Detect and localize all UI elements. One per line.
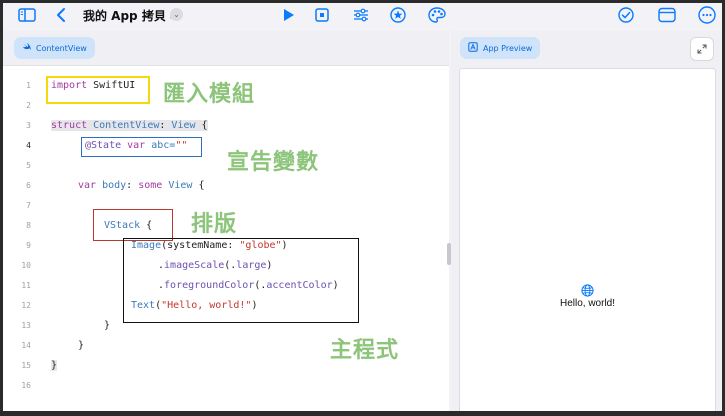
line-number: 4 [26, 140, 31, 150]
project-title[interactable]: 我的 App 拷貝 4 [83, 7, 178, 24]
code-line-16[interactable]: 16 [3, 375, 449, 395]
import-highlight-box [46, 76, 150, 104]
keyword-token: var [78, 179, 97, 191]
more-icon[interactable] [697, 5, 717, 25]
tab-app-preview-label: App Preview [483, 43, 533, 53]
annotation-layout: 排版 [191, 211, 238, 237]
line-number: 11 [21, 280, 31, 290]
code-text: } [104, 319, 111, 331]
code-line-5[interactable]: 5 [3, 155, 449, 175]
line-number: 13 [21, 320, 31, 330]
code-token: { [195, 119, 208, 131]
line-number: 7 [26, 200, 31, 210]
type-token: View [162, 179, 193, 191]
hello-text: Hello, world! [559, 298, 616, 309]
stop-square-icon[interactable] [313, 5, 331, 25]
state-highlight-box [81, 137, 202, 157]
type-token: View [171, 119, 196, 131]
play-icon[interactable] [280, 5, 298, 25]
keyword-token: struct [51, 119, 88, 131]
code-text: struct ContentView: View { [51, 119, 208, 131]
code-token: : [126, 179, 139, 191]
keyword-token: some [138, 179, 163, 191]
star-icon[interactable] [389, 5, 407, 25]
line-number: 6 [26, 180, 31, 190]
app-preview-icon [468, 41, 478, 55]
code-token: body [96, 179, 127, 191]
checkmark-circle-icon[interactable] [617, 5, 635, 25]
tab-contentview-label: ContentView [36, 43, 87, 53]
line-number: 16 [21, 380, 31, 390]
code-editor[interactable]: ContentView 1 import SwiftUI 2 3 struct … [3, 31, 449, 411]
expand-icon[interactable] [690, 37, 714, 61]
sliders-icon[interactable] [352, 5, 370, 25]
window-icon[interactable] [657, 5, 677, 25]
sidebar-icon[interactable] [17, 5, 37, 25]
code-line-4[interactable]: 4 @State var abc="" [3, 135, 449, 155]
palette-icon[interactable] [427, 5, 447, 25]
tab-app-preview[interactable]: App Preview [460, 37, 541, 59]
tab-contentview[interactable]: ContentView [14, 37, 95, 59]
annotation-declare: 宣告變數 [227, 149, 320, 175]
line-number: 12 [21, 300, 31, 310]
toolbar: 我的 App 拷貝 4 ⌄ [3, 3, 722, 27]
code-token: : [159, 119, 172, 131]
line-number: 3 [26, 120, 31, 130]
app-window: 我的 App 拷貝 4 ⌄ ContentView 1 import Swift… [3, 3, 722, 411]
body-highlight-box [123, 238, 359, 323]
vstack-highlight-box [93, 209, 173, 241]
line-number: 10 [21, 260, 31, 270]
line-number: 9 [26, 240, 31, 250]
code-line-6[interactable]: 6 var body: some View { [3, 175, 449, 195]
annotation-main: 主程式 [330, 337, 400, 363]
editor-tab-bar: ContentView [3, 31, 449, 66]
code-text: } [51, 359, 58, 371]
annotation-import: 匯入模組 [163, 81, 256, 107]
title-chevron-down-icon[interactable]: ⌄ [170, 8, 183, 21]
line-number: 15 [21, 360, 31, 370]
preview-canvas: Hello, world! [459, 68, 716, 411]
swift-icon [22, 42, 31, 54]
code-text: } [78, 339, 85, 351]
back-chevron-icon[interactable] [53, 5, 69, 25]
line-number: 14 [21, 340, 31, 350]
line-number: 5 [26, 160, 31, 170]
line-number: 8 [26, 220, 31, 230]
line-number: 1 [26, 80, 31, 90]
line-number: 2 [26, 100, 31, 110]
preview-pane: App Preview Hello, world! [451, 31, 722, 411]
code-text: var body: some View { [78, 180, 204, 191]
code-line-3[interactable]: 3 struct ContentView: View { [3, 115, 449, 135]
type-token: ContentView [87, 119, 160, 131]
code-token: { [192, 179, 205, 191]
